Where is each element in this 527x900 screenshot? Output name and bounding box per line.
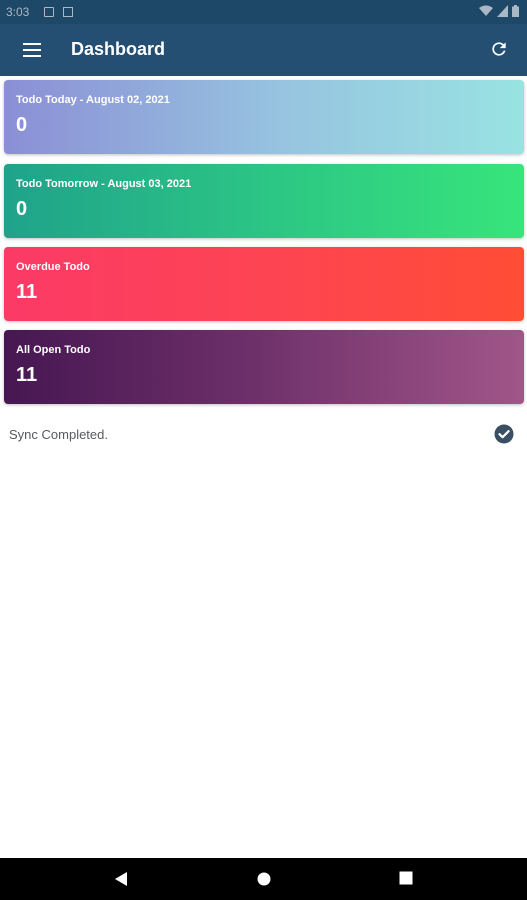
sync-status-text: Sync Completed. (9, 427, 108, 442)
card-count: 0 (16, 198, 28, 220)
overdue-todo-card[interactable]: Overdue Todo 11 (4, 247, 524, 321)
todo-today-card[interactable]: Todo Today - August 02, 2021 0 (4, 80, 524, 154)
menu-icon[interactable] (23, 43, 41, 57)
status-right-icons (479, 5, 519, 17)
card-label: Overdue Todo (16, 261, 90, 273)
check-circle-icon (494, 424, 514, 444)
card-label: Todo Tomorrow - August 03, 2021 (16, 178, 192, 190)
back-icon[interactable] (114, 871, 128, 887)
card-label: All Open Todo (16, 344, 91, 356)
card-label: Todo Today - August 02, 2021 (16, 94, 170, 106)
wifi-icon (479, 5, 493, 16)
signal-icon (497, 5, 508, 17)
card-count: 11 (16, 281, 38, 303)
home-icon[interactable] (256, 871, 272, 887)
notification-icon (44, 7, 54, 17)
all-open-todo-card[interactable]: All Open Todo 11 (4, 330, 524, 404)
battery-icon (512, 5, 519, 17)
page-title: Dashboard (71, 39, 166, 59)
status-time: 3:03 (6, 5, 30, 19)
status-bar: 3:03 (0, 0, 527, 24)
navigation-bar (0, 858, 527, 900)
card-count: 0 (16, 114, 28, 136)
sd-card-icon (63, 7, 73, 17)
recents-icon[interactable] (399, 871, 413, 885)
card-count: 11 (16, 364, 38, 386)
todo-tomorrow-card[interactable]: Todo Tomorrow - August 03, 2021 0 (4, 164, 524, 238)
app-bar: Dashboard (0, 24, 527, 76)
refresh-icon[interactable] (489, 39, 509, 59)
